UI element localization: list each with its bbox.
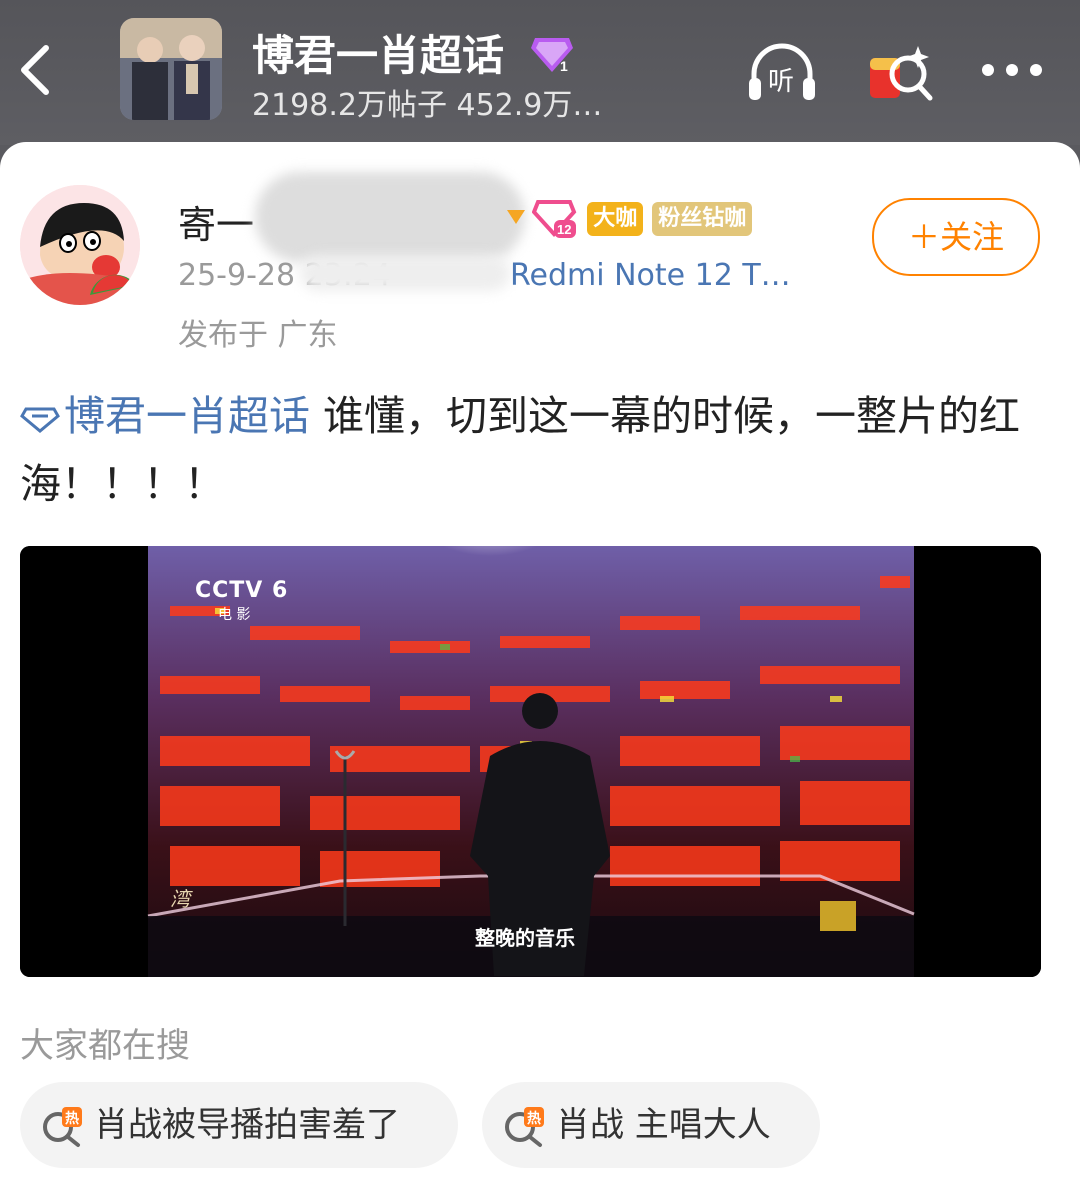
avatar[interactable]	[20, 185, 140, 305]
super-topic-gem-icon: 1	[529, 34, 575, 84]
topic-header: 博君一肖超话 1 2198.2万帖子 452.9万… 听	[0, 0, 1080, 145]
hot-search-label: 肖战被导播拍害羞了	[94, 1105, 400, 1145]
svg-text:热: 热	[527, 1110, 541, 1127]
video-player[interactable]: 湾	[20, 546, 1041, 977]
cctv-channel-sub: 电 影	[218, 607, 251, 623]
svg-text:热: 热	[65, 1110, 79, 1127]
badge-fan-diamond: 粉丝钻咖	[652, 202, 753, 236]
video-frame: 湾	[20, 546, 1041, 977]
hot-search-icon: 热	[505, 1106, 544, 1147]
topic-stats: 2198.2万帖子 452.9万…	[252, 88, 603, 123]
cctv-channel-logo: CCTV 6	[195, 578, 289, 603]
post-device: Redmi Note 12 T…	[510, 258, 791, 293]
super-topic-tag-icon	[20, 407, 60, 433]
listen-icon[interactable]: 听	[746, 40, 818, 104]
badge-daka: 大咖	[587, 202, 644, 236]
svg-text:听: 听	[768, 67, 794, 97]
topic-tag-link[interactable]: 博君一肖超话	[20, 392, 310, 440]
topic-tag-text: 博君一肖超话	[64, 392, 310, 440]
hot-search-chip[interactable]: 热 肖战被导播拍害羞了	[20, 1082, 458, 1168]
svg-text:湾: 湾	[170, 887, 193, 911]
hot-search-chip[interactable]: 热 肖战 主唱大人	[482, 1082, 820, 1168]
topic-title[interactable]: 博君一肖超话 1	[252, 22, 575, 84]
back-arrow-icon[interactable]	[12, 40, 62, 100]
topic-title-text: 博君一肖超话	[252, 31, 505, 80]
username[interactable]: 寄一	[178, 194, 254, 249]
hot-search-label: 肖战 主唱大人	[556, 1105, 771, 1145]
follow-button[interactable]: ＋关注	[872, 198, 1040, 276]
svg-text:1: 1	[560, 58, 568, 74]
redacted-meta-blur	[300, 255, 510, 291]
hot-search-icon: 热	[43, 1106, 82, 1147]
more-icon[interactable]	[976, 40, 1048, 104]
post-text: 博君一肖超话 谁懂，切到这一幕的时候，一整片的红海！！！！	[20, 382, 1060, 518]
topic-thumbnail[interactable]	[120, 18, 222, 120]
video-subtitle: 整晚的音乐	[475, 926, 575, 950]
medal-icon	[507, 210, 525, 224]
search-section-title: 大家都在搜	[20, 1026, 190, 1066]
user-badges: 12 大咖 粉丝钻咖	[505, 198, 753, 240]
svg-text:12: 12	[557, 222, 571, 237]
red-packet-search-icon[interactable]	[866, 40, 938, 104]
member-level-gem-icon: 12	[531, 200, 577, 238]
redacted-username-blur	[255, 172, 525, 262]
post-location: 发布于 广东	[178, 318, 338, 353]
